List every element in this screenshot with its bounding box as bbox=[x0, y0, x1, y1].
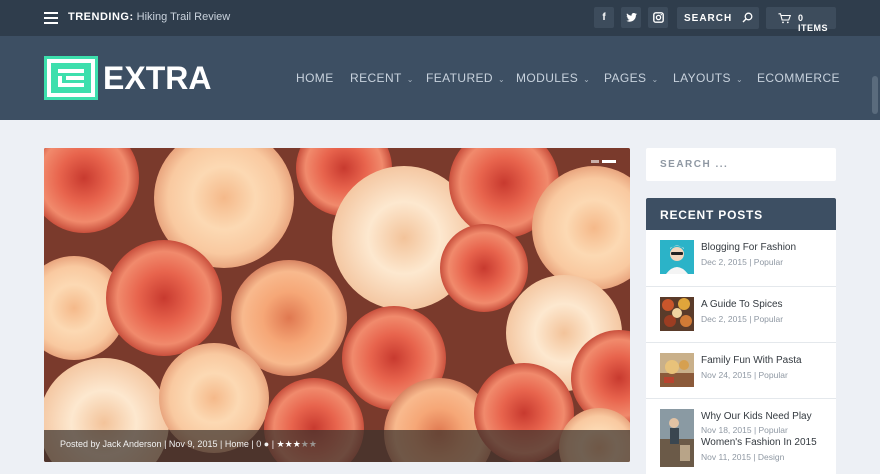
post-meta: Nov 18, 2015 | Popular bbox=[701, 425, 788, 435]
cart-icon bbox=[778, 13, 791, 24]
post-date: Nov 9, 2015 bbox=[168, 439, 218, 449]
post-title[interactable]: Women's Fashion In 2015 bbox=[701, 437, 817, 448]
post-thumbnail[interactable] bbox=[660, 240, 694, 274]
post-title[interactable]: Family Fun With Pasta bbox=[701, 355, 802, 366]
post-date: Dec 2, 2015 bbox=[701, 314, 747, 324]
post-category[interactable]: Popular bbox=[754, 257, 783, 267]
trending-label: TRENDING: bbox=[68, 11, 134, 23]
slider-pagination bbox=[591, 160, 616, 163]
nav-home-label: HOME bbox=[296, 71, 334, 85]
post-date: Nov 18, 2015 bbox=[701, 425, 752, 435]
nav-ecommerce-label: ECOMMERCE bbox=[757, 71, 840, 85]
chevron-down-icon: ⌄ bbox=[406, 75, 414, 84]
widget-title: RECENT POSTS bbox=[660, 208, 763, 222]
nav-modules-label: MODULES bbox=[516, 71, 579, 85]
nav-featured-label: FEATURED bbox=[426, 71, 493, 85]
cart-count: 0 ITEMS bbox=[798, 13, 829, 33]
star-icon: ★ bbox=[292, 439, 301, 449]
nav-layouts-label: LAYOUTS bbox=[673, 71, 731, 85]
nav-recent[interactable]: RECENT ⌄ bbox=[350, 71, 414, 85]
logo-icon[interactable] bbox=[44, 56, 98, 100]
trending[interactable]: TRENDING: Hiking Trail Review bbox=[68, 11, 230, 23]
top-search-label: SEARCH bbox=[684, 13, 733, 24]
comment-icon: ● bbox=[263, 439, 270, 449]
widget-header: RECENT POSTS bbox=[646, 198, 836, 230]
star-icon: ★ bbox=[284, 439, 293, 449]
facebook-icon[interactable]: f bbox=[594, 7, 614, 28]
post-title[interactable]: Why Our Kids Need Play bbox=[701, 411, 812, 422]
twitter-icon[interactable] bbox=[621, 7, 641, 28]
post-meta: Dec 2, 2015 | Popular bbox=[701, 257, 784, 267]
chevron-down-icon: ⌄ bbox=[497, 75, 506, 84]
post-category[interactable]: Popular bbox=[759, 370, 788, 380]
recent-post-item[interactable]: Why Our Kids Need Play Nov 18, 2015 | Po… bbox=[646, 398, 836, 474]
nav-ecommerce[interactable]: ECOMMERCE bbox=[757, 71, 840, 85]
recent-post-item[interactable]: A Guide To Spices Dec 2, 2015 | Popular bbox=[646, 286, 836, 342]
nav-recent-label: RECENT bbox=[350, 71, 402, 85]
trending-link[interactable]: Hiking Trail Review bbox=[137, 11, 231, 23]
cart-button[interactable]: 0 ITEMS bbox=[766, 7, 836, 33]
sidebar-search-input[interactable]: SEARCH ... bbox=[646, 148, 836, 181]
recent-posts-widget: RECENT POSTS Blogging For Fashion Dec 2,… bbox=[646, 198, 836, 474]
post-meta-bar: Posted by Jack Anderson | Nov 9, 2015 | … bbox=[44, 430, 630, 462]
post-meta: Nov 11, 2015 | Design bbox=[701, 452, 785, 462]
slider-dot-active[interactable] bbox=[602, 160, 616, 163]
post-title[interactable]: A Guide To Spices bbox=[701, 299, 783, 310]
comment-count[interactable]: 0 bbox=[256, 439, 261, 449]
post-date: Nov 11, 2015 bbox=[701, 452, 751, 462]
top-search-input[interactable]: SEARCH bbox=[677, 7, 759, 29]
nav-pages[interactable]: PAGES ⌄ bbox=[604, 71, 659, 85]
star-empty-icon: ★ bbox=[300, 439, 309, 449]
post-category[interactable]: Home bbox=[225, 439, 249, 449]
scrollbar-thumb[interactable] bbox=[872, 76, 878, 114]
featured-post-slider[interactable]: Posted by Jack Anderson | Nov 9, 2015 | … bbox=[44, 148, 630, 462]
post-meta: Dec 2, 2015 | Popular bbox=[701, 314, 784, 324]
nav-modules[interactable]: MODULES ⌄ bbox=[516, 71, 590, 85]
recent-post-item[interactable]: Blogging For Fashion Dec 2, 2015 | Popul… bbox=[646, 230, 836, 286]
chevron-down-icon: ⌄ bbox=[651, 75, 659, 84]
post-date: Dec 2, 2015 bbox=[701, 257, 747, 267]
post-meta: Posted by Jack Anderson | Nov 9, 2015 | … bbox=[60, 439, 317, 450]
chevron-down-icon: ⌄ bbox=[735, 75, 744, 84]
post-title[interactable]: Blogging For Fashion bbox=[701, 242, 796, 253]
star-empty-icon: ★ bbox=[308, 439, 317, 449]
nav-home[interactable]: HOME bbox=[296, 71, 334, 85]
nav-pages-label: PAGES bbox=[604, 71, 647, 85]
slider-dot[interactable] bbox=[591, 160, 599, 163]
post-category[interactable]: Popular bbox=[759, 425, 788, 435]
post-author[interactable]: Posted by Jack Anderson bbox=[60, 439, 162, 449]
nav-layouts[interactable]: LAYOUTS ⌄ bbox=[673, 71, 743, 85]
main-header: EXTRA HOME RECENT ⌄ FEATURED ⌄ MODULES ⌄ PA… bbox=[0, 36, 880, 120]
sidebar-search-placeholder: SEARCH ... bbox=[660, 159, 729, 170]
instagram-icon[interactable] bbox=[648, 7, 668, 28]
roses-image bbox=[44, 148, 630, 462]
post-thumbnail[interactable] bbox=[660, 297, 694, 331]
post-thumbnail[interactable] bbox=[660, 409, 694, 467]
menu-icon[interactable] bbox=[44, 12, 58, 24]
search-icon[interactable] bbox=[742, 12, 753, 23]
star-icon: ★ bbox=[276, 439, 285, 449]
post-date: Nov 24, 2015 bbox=[701, 370, 752, 380]
logo-text[interactable]: EXTRA bbox=[103, 60, 211, 97]
chevron-down-icon: ⌄ bbox=[583, 75, 591, 84]
top-bar: TRENDING: Hiking Trail Review f SEARCH 0… bbox=[0, 0, 880, 36]
post-category[interactable]: Design bbox=[758, 452, 784, 462]
recent-post-item[interactable]: Family Fun With Pasta Nov 24, 2015 | Pop… bbox=[646, 342, 836, 398]
post-meta: Nov 24, 2015 | Popular bbox=[701, 370, 788, 380]
rating-stars[interactable]: ★★★★★ bbox=[277, 439, 317, 449]
nav-featured[interactable]: FEATURED ⌄ bbox=[426, 71, 505, 85]
post-category[interactable]: Popular bbox=[754, 314, 783, 324]
post-thumbnail[interactable] bbox=[660, 353, 694, 387]
